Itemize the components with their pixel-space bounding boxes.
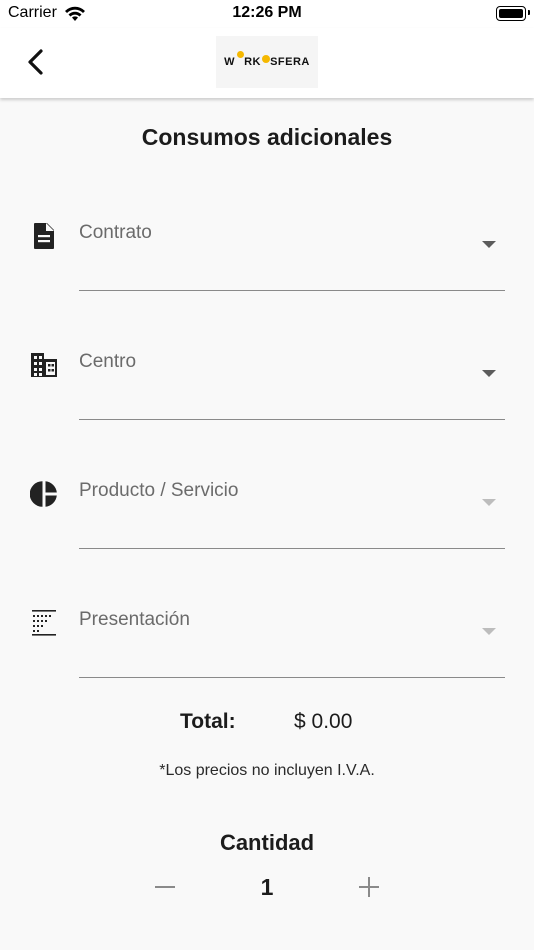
battery-cap xyxy=(528,10,530,15)
list-grid-icon xyxy=(32,610,56,636)
chevron-down-icon xyxy=(482,628,496,635)
center-label: Centro xyxy=(79,351,137,372)
total-value: $ 0.00 xyxy=(294,710,353,733)
quantity-title: Cantidad xyxy=(219,830,315,855)
center-underline xyxy=(79,419,505,420)
product-service-dropdown[interactable]: Producto / Servicio xyxy=(0,480,534,580)
workosfera-logo: WORKOSFERA xyxy=(216,36,318,88)
navigation-bar: WORKOSFERA xyxy=(0,28,534,98)
status-time: 12:26 PM xyxy=(232,4,302,21)
back-button[interactable] xyxy=(20,42,56,82)
chevron-down-icon xyxy=(482,499,496,506)
chevron-down-icon xyxy=(482,370,496,377)
quantity-value: 1 xyxy=(260,874,274,900)
decrement-button[interactable] xyxy=(150,872,180,902)
battery-icon xyxy=(496,6,526,21)
pie-chart-icon xyxy=(30,481,57,507)
building-icon xyxy=(31,353,57,377)
contract-underline xyxy=(79,290,505,291)
chevron-left-icon xyxy=(28,49,43,75)
total-label: Total: xyxy=(180,710,236,733)
tax-note: *Los precios no incluyen I.V.A. xyxy=(159,762,375,779)
document-icon xyxy=(34,223,54,249)
chevron-down-icon xyxy=(482,241,496,248)
increment-button[interactable] xyxy=(354,872,384,902)
presentation-underline xyxy=(79,677,505,678)
center-dropdown[interactable]: Centro xyxy=(0,351,534,451)
page-title: Consumos adicionales xyxy=(141,124,393,150)
contract-dropdown[interactable]: Contrato xyxy=(0,222,534,322)
logo-text: WORKOSFERA xyxy=(224,51,310,68)
presentation-dropdown[interactable]: Presentación xyxy=(0,609,534,709)
presentation-label: Presentación xyxy=(79,609,190,630)
product-service-label: Producto / Servicio xyxy=(79,480,239,501)
status-bar: Carrier 12:26 PM xyxy=(0,0,534,28)
contract-label: Contrato xyxy=(79,222,152,243)
product-service-underline xyxy=(79,548,505,549)
